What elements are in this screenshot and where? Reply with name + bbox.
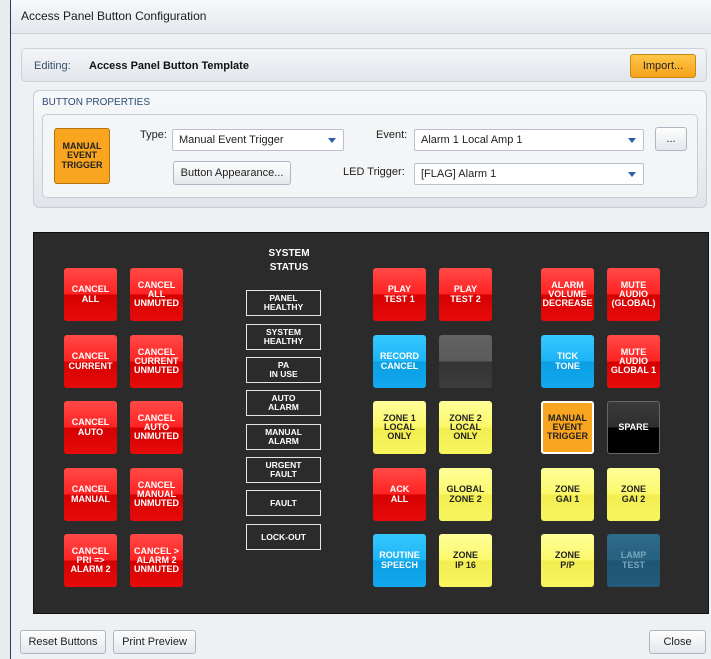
panel-button-cancel-all[interactable]: CANCEL ALL (64, 268, 117, 321)
panel-button-record-cancel[interactable]: RECORD CANCEL (373, 335, 426, 388)
status-indicator-urgent-fault: URGENT FAULT (246, 457, 321, 483)
panel-button-cancel-pri-alarm-2[interactable]: CANCEL PRI => ALARM 2 (64, 534, 117, 587)
print-preview-button[interactable]: Print Preview (113, 630, 196, 654)
led-trigger-label: LED Trigger: (343, 166, 405, 178)
system-status-title: SYSTEM STATUS (268, 248, 310, 273)
editing-label: Editing: (34, 60, 71, 72)
panel-button-play-test-2[interactable]: PLAY TEST 2 (439, 268, 492, 321)
panel-button-blank[interactable] (439, 335, 492, 388)
access-panel-layout: SYSTEM STATUS CANCEL ALL CANCEL ALL UNMUT… (33, 232, 709, 614)
panel-button-cancel-all-unmuted[interactable]: CANCEL ALL UNMUTED (130, 268, 183, 321)
event-browse-button[interactable]: ... (655, 127, 687, 151)
chevron-down-icon (628, 172, 636, 177)
panel-button-zone-p-p[interactable]: ZONE P/P (541, 534, 594, 587)
title-bar: Access Panel Button Configuration (11, 0, 711, 34)
panel-button-cancel-auto-unmuted[interactable]: CANCEL AUTO UNMUTED (130, 401, 183, 454)
status-indicator-lock-out: LOCK-OUT (246, 524, 321, 550)
import-button[interactable]: Import... (630, 54, 696, 78)
button-properties-header: BUTTON PROPERTIES (42, 97, 150, 108)
panel-button-tick-tone[interactable]: TICK TONE (541, 335, 594, 388)
type-select-value: Manual Event Trigger (179, 134, 284, 146)
panel-button-cancel-manual-unmuted[interactable]: CANCEL MANUAL UNMUTED (130, 468, 183, 521)
window-title: Access Panel Button Configuration (21, 9, 207, 23)
panel-button-play-test-1[interactable]: PLAY TEST 1 (373, 268, 426, 321)
panel-button-zone-ip-16[interactable]: ZONE IP 16 (439, 534, 492, 587)
panel-button-global-zone-2[interactable]: GLOBAL ZONE 2 (439, 468, 492, 521)
led-trigger-select-value: [FLAG] Alarm 1 (421, 168, 497, 180)
panel-button-cancel-current-unmuted[interactable]: CANCEL CURRENT UNMUTED (130, 335, 183, 388)
reset-buttons-button[interactable]: Reset Buttons (20, 630, 106, 654)
selected-button-preview: MANUAL EVENT TRIGGER (54, 128, 110, 184)
panel-button-zone-2-local-only[interactable]: ZONE 2 LOCAL ONLY (439, 401, 492, 454)
template-name: Access Panel Button Template (89, 60, 249, 72)
footer-bar: Reset Buttons Print Preview Close (11, 624, 711, 659)
button-properties-panel: MANUAL EVENT TRIGGER Type: Manual Event … (42, 114, 698, 198)
chevron-down-icon (328, 138, 336, 143)
panel-button-ack-all[interactable]: ACK ALL (373, 468, 426, 521)
status-indicator-system-healthy: SYSTEM HEALTHY (246, 324, 321, 350)
dialog-window: Access Panel Button Configuration Editin… (10, 0, 711, 659)
panel-button-zone-gai-1[interactable]: ZONE GAI 1 (541, 468, 594, 521)
led-trigger-select[interactable]: [FLAG] Alarm 1 (414, 163, 644, 185)
panel-button-mute-audio-global-1[interactable]: MUTE AUDIO GLOBAL 1 (607, 335, 660, 388)
status-indicator-auto-alarm: AUTO ALARM (246, 390, 321, 416)
type-label: Type: (140, 129, 167, 141)
panel-button-cancel-auto[interactable]: CANCEL AUTO (64, 401, 117, 454)
editing-bar: Editing: Access Panel Button Template Im… (21, 48, 707, 82)
button-properties-group: BUTTON PROPERTIES MANUAL EVENT TRIGGER T… (33, 90, 707, 208)
close-button[interactable]: Close (649, 630, 706, 654)
status-indicator-manual-alarm: MANUAL ALARM (246, 424, 321, 450)
status-indicator-fault: FAULT (246, 490, 321, 516)
event-select-value: Alarm 1 Local Amp 1 (421, 134, 523, 146)
panel-button-alarm-volume-decrease[interactable]: ALARM VOLUME DECREASE (541, 268, 594, 321)
status-indicator-panel-healthy: PANEL HEALTHY (246, 290, 321, 316)
chevron-down-icon (628, 138, 636, 143)
panel-button-cancel-manual[interactable]: CANCEL MANUAL (64, 468, 117, 521)
button-appearance-button[interactable]: Button Appearance... (173, 161, 291, 185)
panel-button-routine-speech[interactable]: ROUTINE SPEECH (373, 534, 426, 587)
panel-button-manual-event-trigger[interactable]: MANUAL EVENT TRIGGER (541, 401, 594, 454)
panel-button-cancel-current[interactable]: CANCEL CURRENT (64, 335, 117, 388)
status-indicator-pa-in-use: PA IN USE (246, 357, 321, 383)
type-select[interactable]: Manual Event Trigger (172, 129, 344, 151)
panel-button-zone-gai-2[interactable]: ZONE GAI 2 (607, 468, 660, 521)
event-select[interactable]: Alarm 1 Local Amp 1 (414, 129, 644, 151)
panel-button-lamp-test[interactable]: LAMP TEST (607, 534, 660, 587)
event-label: Event: (376, 129, 408, 141)
panel-button-cancel-alarm-2-unmuted[interactable]: CANCEL > ALARM 2 UNMUTED (130, 534, 183, 587)
panel-button-mute-audio-global[interactable]: MUTE AUDIO (GLOBAL) (607, 268, 660, 321)
panel-button-zone-1-local-only[interactable]: ZONE 1 LOCAL ONLY (373, 401, 426, 454)
panel-button-spare[interactable]: SPARE (607, 401, 660, 454)
